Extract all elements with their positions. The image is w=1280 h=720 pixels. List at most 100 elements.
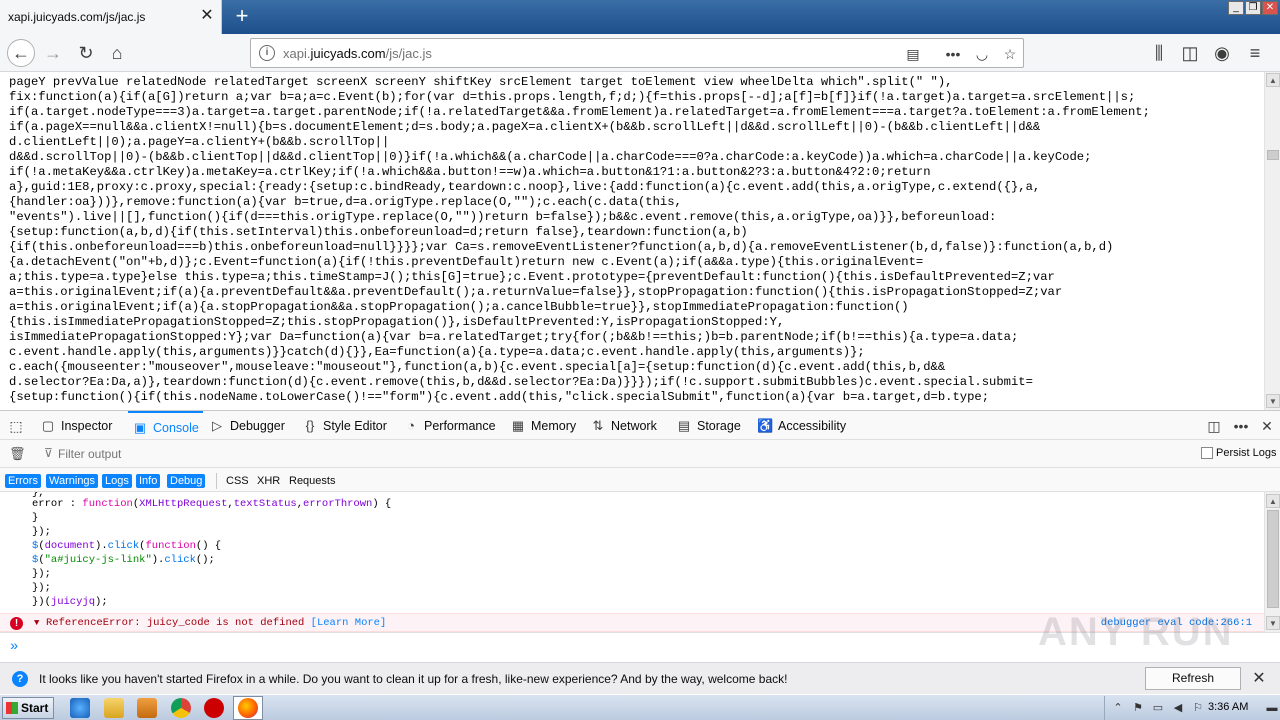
performance-icon: ◔: [407, 418, 415, 433]
tab-inspector[interactable]: ▢ Inspector: [40, 411, 113, 440]
pocket-icon[interactable]: ◡: [972, 44, 992, 64]
scroll-thumb[interactable]: [1267, 150, 1279, 160]
source-line: if(a.target.nodeType===3)a.target=a.targ…: [9, 105, 1150, 119]
volume-icon[interactable]: ◀: [1171, 701, 1185, 715]
source-line: d.clientLeft||0);a.pageY=a.clientY+(b&&b…: [9, 135, 390, 149]
minimize-button[interactable]: _: [1228, 1, 1244, 15]
filter-css-button[interactable]: CSS: [226, 474, 249, 488]
content-scrollbar[interactable]: ▲ ▼: [1264, 72, 1280, 410]
scroll-up-icon[interactable]: ▲: [1266, 73, 1280, 87]
console-filter-bar: 🗑 ⊽ Persist Logs: [0, 440, 1280, 468]
learn-more-link[interactable]: [Learn More]: [311, 617, 387, 629]
back-button[interactable]: ←: [7, 39, 35, 67]
filter-icon: ⊽: [44, 446, 53, 460]
console-level-bar: Errors Warnings Logs Info Debug CSS XHR …: [0, 468, 1280, 492]
level-separator: [216, 473, 217, 489]
close-window-button[interactable]: ✕: [1262, 1, 1278, 15]
tab-console[interactable]: ▣ Console: [128, 411, 203, 440]
level-errors-button[interactable]: Errors: [5, 474, 41, 488]
home-button[interactable]: ⌂: [104, 40, 130, 66]
level-debug-button[interactable]: Debug: [167, 474, 206, 488]
console-scroll-down-icon[interactable]: ▼: [1266, 616, 1280, 630]
filter-output-input[interactable]: [58, 445, 358, 463]
chrome-icon[interactable]: [171, 698, 191, 718]
persist-logs-checkbox[interactable]: [1201, 447, 1213, 459]
media-player-icon[interactable]: [137, 698, 157, 718]
console-icon: ▣: [133, 420, 147, 435]
library-icon[interactable]: ⫼: [1146, 40, 1172, 66]
console-code-line: error : function(XMLHttpRequest,textStat…: [32, 498, 392, 510]
tab-network[interactable]: ⇅ Network: [590, 411, 657, 440]
error-icon: !: [10, 617, 23, 630]
source-line: c.each({mouseenter:"mouseover",mouseleav…: [9, 360, 946, 374]
anyrun-watermark: ANY RUN: [1038, 610, 1234, 654]
tab-performance[interactable]: ◔ Performance: [403, 411, 496, 440]
page-actions-icon[interactable]: •••: [943, 44, 963, 64]
navigation-toolbar: ← → ↻ ⌂ i xapi.juicyads.com/js/jac.js ▤ …: [0, 34, 1280, 72]
close-devtools-icon[interactable]: ✕: [1258, 417, 1276, 435]
style-editor-icon: {}: [305, 418, 315, 433]
tab-accessibility[interactable]: ♿ Accessibility: [757, 411, 846, 440]
filter-xhr-button[interactable]: XHR: [257, 474, 280, 488]
firefox-icon: [238, 698, 258, 718]
console-code-line: $(document).click(function() {: [32, 540, 222, 552]
console-scroll-thumb[interactable]: [1267, 510, 1279, 608]
url-bar[interactable]: i xapi.juicyads.com/js/jac.js ▤ ••• ◡ ☆: [250, 38, 1024, 68]
tab-style-editor[interactable]: {} Style Editor: [302, 411, 387, 440]
account-icon[interactable]: ◉: [1209, 40, 1235, 66]
scroll-down-icon[interactable]: ▼: [1266, 394, 1280, 408]
ie-icon[interactable]: [70, 698, 90, 718]
console-scrollbar[interactable]: ▲ ▼: [1264, 492, 1280, 632]
dock-options-icon[interactable]: ◫: [1205, 417, 1223, 435]
explorer-icon[interactable]: [104, 698, 124, 718]
clock: 3:36 AM: [1208, 701, 1249, 713]
clear-console-icon[interactable]: 🗑: [9, 446, 26, 462]
source-line: fix:function(a){if(a[G])return a;var b=a…: [9, 90, 1136, 104]
show-desktop-icon[interactable]: ▬: [1265, 701, 1279, 715]
restore-button[interactable]: ❐: [1245, 1, 1261, 15]
source-line: if(a.pageX==null&&a.clientX!=null){b=s.d…: [9, 120, 1041, 134]
action-center-icon[interactable]: ⚑: [1131, 701, 1145, 715]
tab-memory[interactable]: ▦ Memory: [510, 411, 576, 440]
close-tab-icon[interactable]: ✕: [198, 7, 216, 25]
source-line: a;this.type=a.type}else this.type=a;this…: [9, 270, 1055, 284]
tab-debugger[interactable]: ▷ Debugger: [209, 411, 285, 440]
console-code-line: });: [32, 568, 51, 580]
console-scroll-up-icon[interactable]: ▲: [1266, 494, 1280, 508]
sidebar-icon[interactable]: ◫: [1177, 40, 1203, 66]
reload-button[interactable]: ↻: [73, 40, 99, 66]
network-tray-icon[interactable]: ▭: [1151, 701, 1165, 715]
source-line: {this.isImmediatePropagationStopped=Z;th…: [9, 315, 785, 329]
start-button[interactable]: Start: [2, 697, 54, 719]
source-line: {if(this.onbeforeunload===b)this.onbefor…: [9, 240, 1114, 254]
flag-icon[interactable]: ⚐: [1191, 701, 1205, 715]
source-line: pageY prevValue relatedNode relatedTarge…: [9, 75, 953, 89]
console-code-line: });: [32, 526, 51, 538]
persist-logs-label: Persist Logs: [1216, 447, 1277, 459]
new-tab-button[interactable]: +: [230, 4, 254, 28]
level-logs-button[interactable]: Logs: [102, 474, 132, 488]
element-picker-icon[interactable]: ⬚: [7, 417, 25, 435]
site-info-icon[interactable]: i: [259, 45, 275, 61]
firefox-taskbar-button[interactable]: [233, 696, 263, 720]
source-line: {handler:oa}))},remove:function(a){var b…: [9, 195, 682, 209]
forward-button[interactable]: →: [40, 40, 66, 66]
accessibility-icon: ♿: [757, 418, 774, 433]
devtools-menu-icon[interactable]: •••: [1232, 417, 1250, 435]
level-warnings-button[interactable]: Warnings: [46, 474, 99, 488]
reader-view-icon[interactable]: ▤: [903, 44, 923, 64]
level-info-button[interactable]: Info: [136, 474, 161, 488]
antivirus-icon[interactable]: [204, 698, 224, 718]
bookmark-star-icon[interactable]: ☆: [1000, 44, 1020, 64]
debugger-icon: ▷: [212, 418, 222, 433]
tray-expand-icon[interactable]: ⌃: [1111, 701, 1125, 715]
filter-requests-button[interactable]: Requests: [289, 474, 335, 488]
close-notification-icon[interactable]: ✕: [1250, 670, 1268, 688]
prompt-icon: »: [10, 639, 19, 655]
tab-storage[interactable]: ▤ Storage: [676, 411, 741, 440]
url-text[interactable]: xapi.juicyads.com/js/jac.js: [283, 46, 432, 61]
refresh-firefox-button[interactable]: Refresh Firefox…: [1145, 667, 1241, 706]
expand-arrow-icon[interactable]: ▼: [34, 616, 39, 631]
browser-tab[interactable]: xapi.juicyads.com/js/jac.js ✕: [0, 0, 222, 34]
menu-icon[interactable]: ≡: [1242, 40, 1268, 66]
